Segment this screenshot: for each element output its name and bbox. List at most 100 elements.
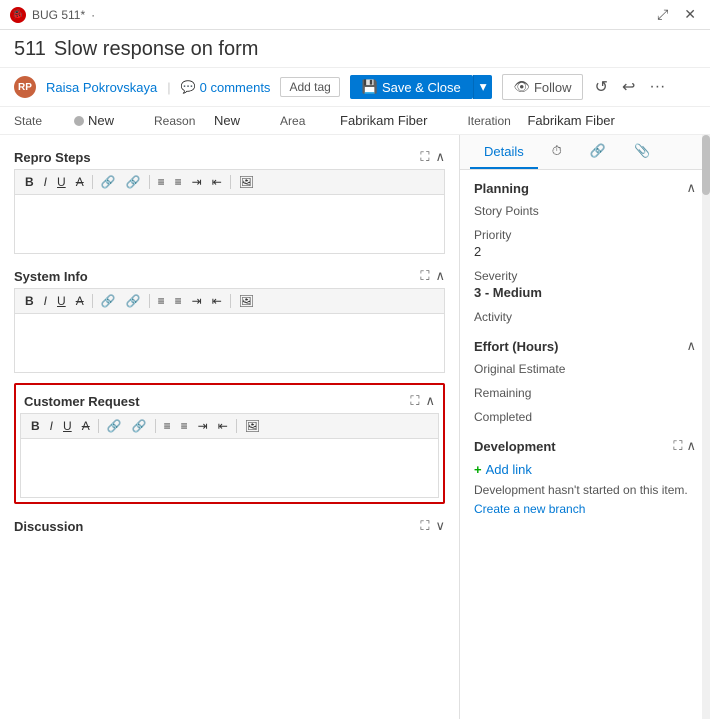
tab-attachments[interactable]: 📎 — [620, 135, 664, 169]
rt-link2[interactable]: 🔗 — [122, 174, 145, 190]
si-rt-strikethrough[interactable]: A — [72, 293, 88, 309]
customer-request-expand-icon[interactable]: ⛶ — [410, 393, 419, 409]
refresh-button[interactable]: ↺ — [593, 75, 610, 99]
cr-rt-list-ul[interactable]: ≡ — [160, 418, 175, 434]
save-close-label: Save & Close — [382, 80, 461, 95]
follow-button[interactable]: 👁 Follow — [502, 74, 582, 100]
rt-strikethrough[interactable]: A — [72, 174, 88, 190]
development-collapse-icon[interactable]: ∧ — [686, 438, 696, 454]
discussion-collapse-icon[interactable]: ∨ — [435, 518, 445, 534]
effort-collapse-icon[interactable]: ∧ — [686, 338, 696, 354]
customer-request-header[interactable]: Customer Request ⛶ ∧ — [20, 389, 439, 413]
si-rt-italic[interactable]: I — [40, 293, 51, 309]
repro-steps-expand-icon[interactable]: ⛶ — [420, 149, 429, 165]
close-button[interactable]: ✕ — [680, 4, 700, 25]
rt-list-ul[interactable]: ≡ — [154, 174, 169, 190]
add-link-button[interactable]: + Add link — [474, 462, 696, 477]
cr-rt-italic[interactable]: I — [46, 418, 57, 434]
planning-collapse-icon[interactable]: ∧ — [686, 180, 696, 196]
discussion-header[interactable]: Discussion ⛶ ∨ — [14, 514, 445, 538]
rt-bold[interactable]: B — [21, 174, 38, 190]
save-close-dropdown-button[interactable]: ▾ — [473, 75, 493, 99]
rt-indent[interactable]: ⇥ — [188, 174, 206, 190]
cr-rt-strikethrough[interactable]: A — [78, 418, 94, 434]
planning-title: Planning — [474, 181, 529, 196]
cr-rt-divider1 — [98, 419, 99, 433]
right-scrollbar-thumb[interactable] — [702, 135, 710, 195]
severity-value[interactable]: 3 - Medium — [474, 285, 696, 300]
activity-label: Activity — [474, 310, 696, 324]
right-scrollbar-track[interactable] — [702, 135, 710, 719]
rt-outdent[interactable]: ⇤ — [208, 174, 226, 190]
development-expand-icon[interactable]: ⛶ — [673, 438, 682, 454]
cr-rt-underline[interactable]: U — [59, 418, 76, 434]
rt-image[interactable]: 🖼 — [235, 174, 258, 190]
si-rt-bold[interactable]: B — [21, 293, 38, 309]
cr-rt-list-ol[interactable]: ≡ — [177, 418, 192, 434]
si-rt-underline[interactable]: U — [53, 293, 70, 309]
si-rt-image[interactable]: 🖼 — [235, 293, 258, 309]
cr-rt-link2[interactable]: 🔗 — [128, 418, 151, 434]
iteration-value[interactable]: Fabrikam Fiber — [527, 113, 614, 128]
si-rt-link[interactable]: 🔗 — [97, 293, 120, 309]
more-button[interactable]: ··· — [647, 76, 667, 98]
reason-value[interactable]: New — [214, 113, 240, 128]
save-close-button[interactable]: 💾 Save & Close — [350, 75, 473, 99]
user-name[interactable]: Raisa Pokrovskaya — [46, 80, 157, 95]
system-info-controls: ⛶ ∧ — [420, 268, 445, 284]
repro-steps-editor[interactable] — [14, 194, 445, 254]
repro-steps-controls: ⛶ ∧ — [420, 149, 445, 165]
si-rt-indent[interactable]: ⇥ — [188, 293, 206, 309]
si-rt-list-ul[interactable]: ≡ — [154, 293, 169, 309]
system-info-header[interactable]: System Info ⛶ ∧ — [14, 264, 445, 288]
tab-details[interactable]: Details — [470, 135, 538, 169]
tab-history[interactable]: ⏱ — [538, 135, 576, 169]
create-branch-link[interactable]: Create a new branch — [474, 502, 585, 516]
development-header: Development ⛶ ∧ — [474, 438, 696, 454]
effort-section: Effort (Hours) ∧ Original Estimate Remai… — [474, 338, 696, 424]
priority-value[interactable]: 2 — [474, 244, 696, 259]
cr-rt-indent[interactable]: ⇥ — [194, 418, 212, 434]
area-value[interactable]: Fabrikam Fiber — [340, 113, 427, 128]
customer-request-collapse-icon[interactable]: ∧ — [425, 393, 435, 409]
system-info-section: System Info ⛶ ∧ B I U A 🔗 🔗 ≡ ≡ ⇥ ⇤ — [14, 264, 445, 373]
comments-link[interactable]: 💬 0 comments — [181, 80, 271, 95]
cr-rt-outdent[interactable]: ⇤ — [214, 418, 232, 434]
customer-request-title: Customer Request — [24, 394, 140, 409]
si-rt-link2[interactable]: 🔗 — [122, 293, 145, 309]
rt-italic[interactable]: I — [40, 174, 51, 190]
rt-divider2 — [149, 175, 150, 189]
si-rt-outdent[interactable]: ⇤ — [208, 293, 226, 309]
cr-rt-link[interactable]: 🔗 — [103, 418, 126, 434]
tab-links[interactable]: 🔗 — [576, 135, 620, 169]
system-info-editor[interactable] — [14, 313, 445, 373]
rt-link[interactable]: 🔗 — [97, 174, 120, 190]
severity-row: Severity 3 - Medium — [474, 269, 696, 300]
state-value[interactable]: New — [74, 113, 114, 128]
customer-request-editor[interactable] — [20, 438, 439, 498]
save-icon: 💾 — [362, 79, 378, 95]
cr-rt-image[interactable]: 🖼 — [241, 418, 264, 434]
priority-label: Priority — [474, 228, 696, 242]
system-info-expand-icon[interactable]: ⛶ — [420, 268, 429, 284]
undo-button[interactable]: ↩ — [620, 75, 637, 99]
system-info-collapse-icon[interactable]: ∧ — [435, 268, 445, 284]
rt-list-ol[interactable]: ≡ — [171, 174, 186, 190]
priority-row: Priority 2 — [474, 228, 696, 259]
add-tag-button[interactable]: Add tag — [280, 77, 339, 97]
rt-underline[interactable]: U — [53, 174, 70, 190]
discussion-expand-icon[interactable]: ⛶ — [420, 518, 429, 534]
repro-steps-collapse-icon[interactable]: ∧ — [435, 149, 445, 165]
cr-rt-bold[interactable]: B — [27, 418, 44, 434]
repro-steps-section: Repro Steps ⛶ ∧ B I U A 🔗 🔗 ≡ ≡ ⇥ ⇤ — [14, 145, 445, 254]
avatar: RP — [14, 76, 36, 98]
expand-button[interactable]: ⤢ — [653, 4, 672, 25]
state-circle — [74, 116, 84, 126]
planning-header: Planning ∧ — [474, 180, 696, 196]
follow-label: Follow — [534, 80, 572, 95]
discussion-title: Discussion — [14, 519, 83, 534]
si-rt-list-ol[interactable]: ≡ — [171, 293, 186, 309]
severity-label: Severity — [474, 269, 696, 283]
remaining-label: Remaining — [474, 386, 696, 400]
repro-steps-header[interactable]: Repro Steps ⛶ ∧ — [14, 145, 445, 169]
